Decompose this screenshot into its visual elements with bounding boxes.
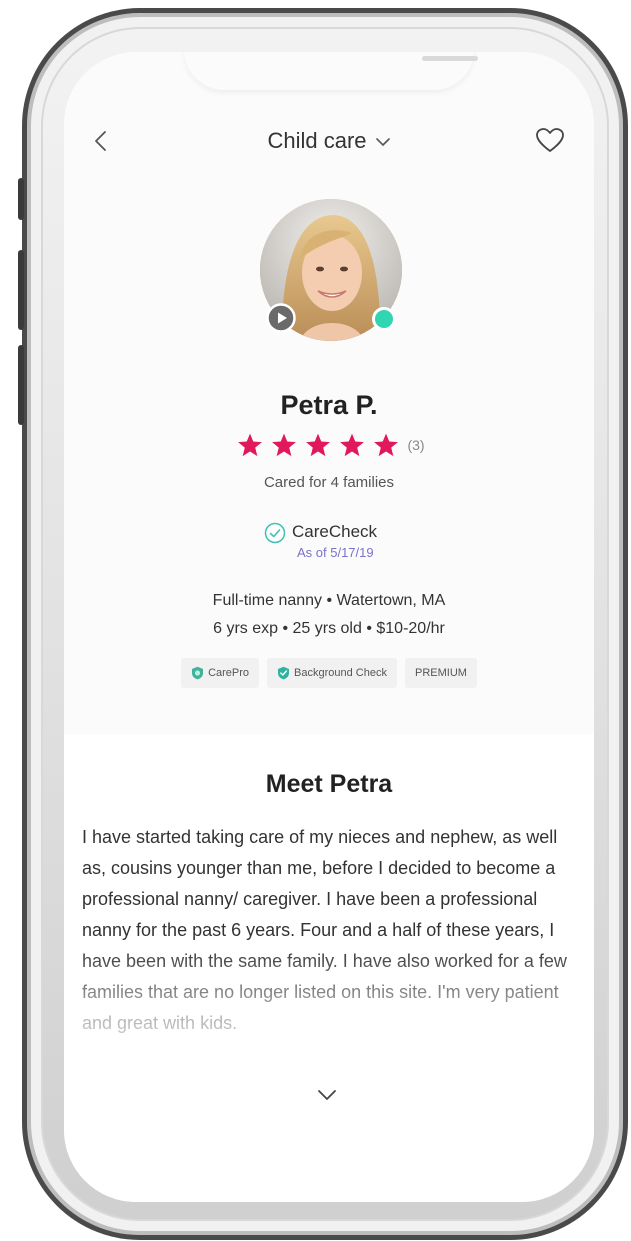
play-video-icon[interactable] xyxy=(266,303,296,333)
online-status-dot xyxy=(372,307,396,331)
badge-row: CarePro Background Check PREMIUM xyxy=(64,658,594,688)
star-icon xyxy=(238,433,263,457)
category-dropdown[interactable]: Child care xyxy=(64,128,594,154)
review-count[interactable]: (3) xyxy=(407,437,424,453)
carepro-shield-icon xyxy=(192,666,204,680)
rating[interactable]: (3) xyxy=(64,432,594,458)
carepro-badge[interactable]: CarePro xyxy=(181,658,260,688)
background-check-badge[interactable]: Background Check xyxy=(267,658,397,688)
silent-switch xyxy=(18,178,24,220)
carepro-label: CarePro xyxy=(208,667,250,679)
heart-outline-icon[interactable] xyxy=(534,126,566,154)
speaker-grille xyxy=(422,56,478,61)
volume-up-button xyxy=(18,250,24,330)
families-cared-for: Cared for 4 families xyxy=(263,474,395,491)
check-circle-icon xyxy=(264,522,286,544)
star-icon xyxy=(306,433,331,457)
app-screen: Child care Petra P. (3) Cared for 4 fami… xyxy=(64,52,594,1202)
profile-avatar[interactable] xyxy=(260,199,402,341)
caregiver-name: Petra P. xyxy=(280,390,378,420)
premium-label: PREMIUM xyxy=(414,667,467,679)
chevron-down-icon[interactable] xyxy=(316,1088,338,1102)
about-title: Meet Petra xyxy=(265,770,393,798)
star-icon xyxy=(340,433,365,457)
background-check-label: Background Check xyxy=(294,667,387,679)
phone-notch xyxy=(184,52,478,90)
premium-badge[interactable]: PREMIUM xyxy=(404,658,477,688)
chevron-down-icon xyxy=(375,138,390,146)
volume-down-button xyxy=(18,345,24,425)
about-section: Meet Petra I have started taking care of… xyxy=(64,734,594,1202)
bio-text: I have started taking care of my nieces … xyxy=(82,827,567,1033)
star-icon xyxy=(374,433,399,457)
experience-rate-line: 6 yrs exp • 25 yrs old • $10-20/hr xyxy=(213,620,445,637)
job-location-line: Full-time nanny • Watertown, MA xyxy=(212,592,446,609)
top-nav-bar: Child care xyxy=(64,122,594,162)
star-icon xyxy=(272,433,297,457)
carecheck-label: CareCheck xyxy=(292,522,378,541)
carecheck-date: As of 5/17/19 xyxy=(297,545,374,560)
carecheck-status[interactable]: CareCheck As of 5/17/19 xyxy=(264,520,464,562)
check-shield-icon xyxy=(278,666,290,680)
category-title: Child care xyxy=(267,128,367,153)
